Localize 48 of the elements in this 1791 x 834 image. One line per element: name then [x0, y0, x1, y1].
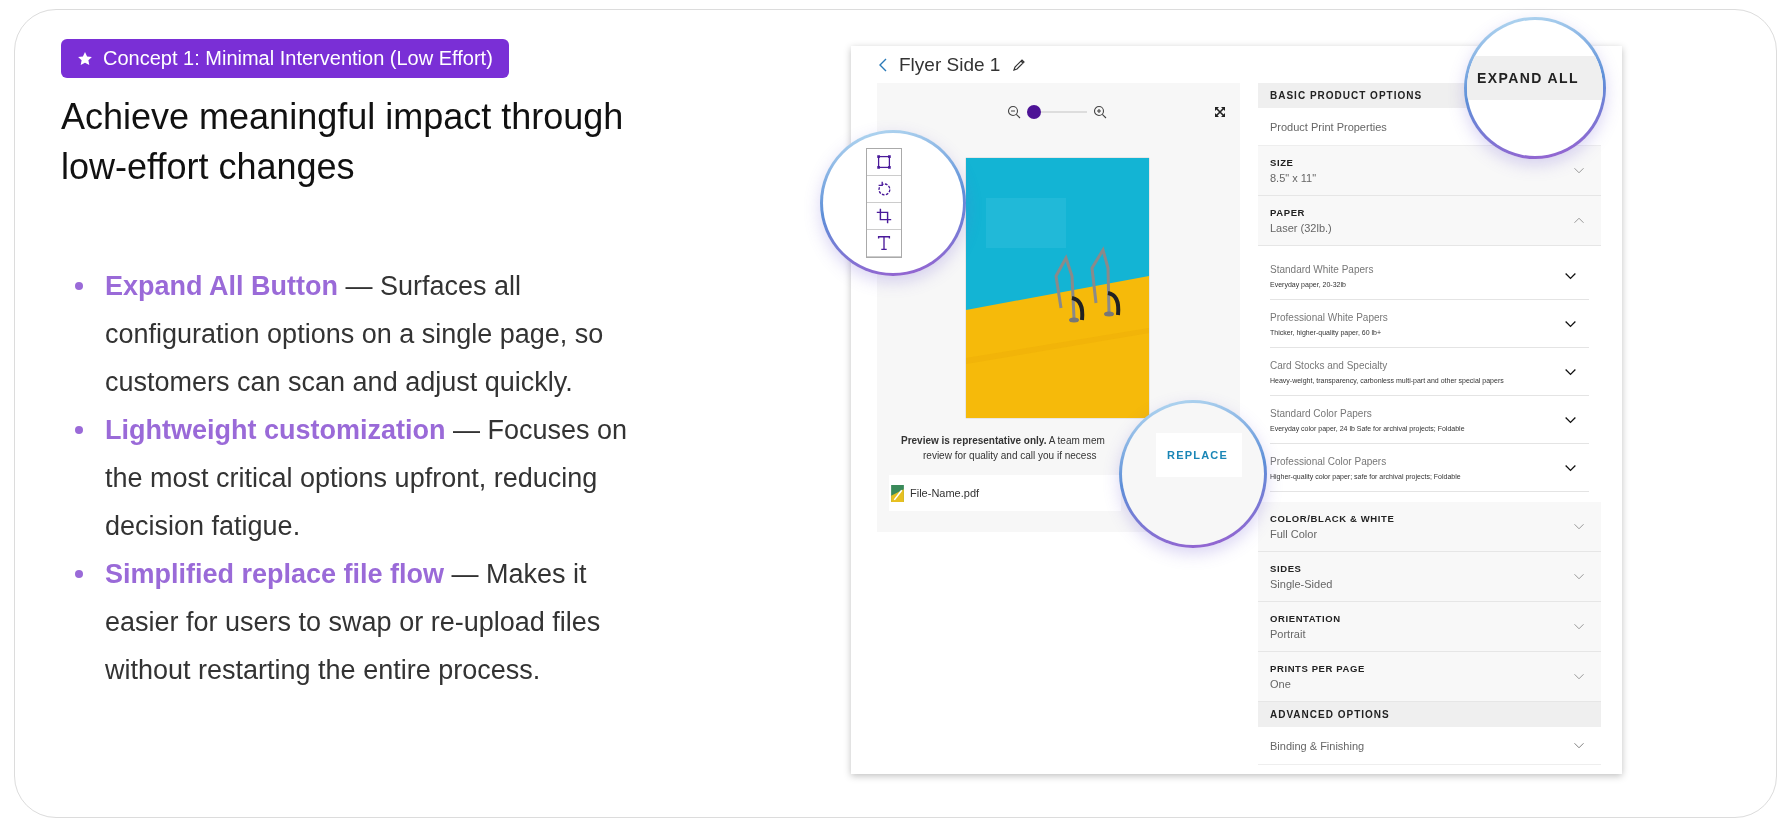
preview-notice: Preview is representative only. A team mem: [901, 434, 1105, 448]
bullet-dot: [75, 282, 83, 290]
option-value: Laser (32lb.): [1270, 222, 1332, 234]
preview-notice: review for quality and call you if necess: [923, 449, 1097, 463]
option-label: PRINTS PER PAGE: [1270, 663, 1365, 674]
pencil-icon[interactable]: [1012, 57, 1027, 72]
chevron-icon[interactable]: [1573, 741, 1585, 750]
expand-all-button[interactable]: EXPAND ALL: [1467, 56, 1603, 100]
option-label: Binding & Finishing: [1270, 739, 1365, 752]
zoom-out-icon[interactable]: [1007, 105, 1021, 119]
paper-option-title: Professional Color Papers: [1270, 455, 1388, 467]
option-value: Single-Sided: [1270, 578, 1333, 590]
slider-thumb[interactable]: [1027, 105, 1041, 119]
paper-option-title: Standard White Papers: [1270, 263, 1374, 275]
bullet-text: Expand All Button — Surfaces all configuration options on a single page, so customers can scan and adjust quickly.: [105, 270, 605, 399]
bullet-text: Lightweight customization — Focuses on the most critical options upfront, reducing decision fatigue.: [105, 414, 629, 543]
option-value: One: [1270, 678, 1292, 690]
option-label: COLOR/BLACK & WHITE: [1270, 513, 1395, 524]
bullet-dot: [75, 570, 83, 578]
zoom-in-icon[interactable]: [1093, 105, 1107, 119]
paper-option-title: Standard Color Papers: [1270, 407, 1373, 419]
page-title: Flyer Side 1: [899, 53, 1001, 76]
option-label: SIZE: [1270, 157, 1295, 168]
paper-option-title: Card Stocks and Specialty: [1270, 359, 1389, 371]
option-label: ORIENTATION: [1270, 613, 1341, 624]
option-label: Product Print Properties: [1270, 120, 1387, 133]
bullet-text: Simplified replace file flow — Makes it easier for users to swap or re-upload files without restarting the entire process.: [105, 558, 602, 687]
replace-button[interactable]: REPLACE: [1156, 433, 1242, 477]
option-value: Portrait: [1270, 628, 1307, 640]
back-icon[interactable]: [879, 57, 887, 72]
section-header: ADVANCED OPTIONS: [1258, 702, 1601, 727]
badge-label: Concept 1: Minimal Intervention (Low Effort): [103, 47, 493, 70]
fullscreen-icon[interactable]: [1214, 106, 1226, 118]
option-value: 8.5" x 11": [1270, 172, 1317, 184]
option-select[interactable]: ORIENTATION Portrait: [1258, 602, 1601, 652]
bullet-dot: [75, 426, 83, 434]
option-select[interactable]: PRINTS PER PAGE One: [1258, 652, 1601, 702]
option-label: PAPER: [1270, 207, 1307, 218]
headline: Achieve meaningful impact through low-effort changes: [61, 95, 625, 189]
option-label: SIDES: [1270, 563, 1303, 574]
option-value: Full Color: [1270, 528, 1319, 540]
option-select[interactable]: SIDES Single-Sided: [1258, 552, 1601, 602]
option-select[interactable]: SIZE 8.5" x 11": [1258, 146, 1601, 196]
star-icon: [77, 50, 93, 67]
option-select[interactable]: PAPER Laser (32lb.): [1258, 196, 1601, 246]
paper-option-title: Professional White Papers: [1270, 311, 1388, 323]
option-select[interactable]: COLOR/BLACK & WHITE Full Color: [1258, 502, 1601, 552]
file-name: File-Name.pdf: [910, 487, 980, 499]
